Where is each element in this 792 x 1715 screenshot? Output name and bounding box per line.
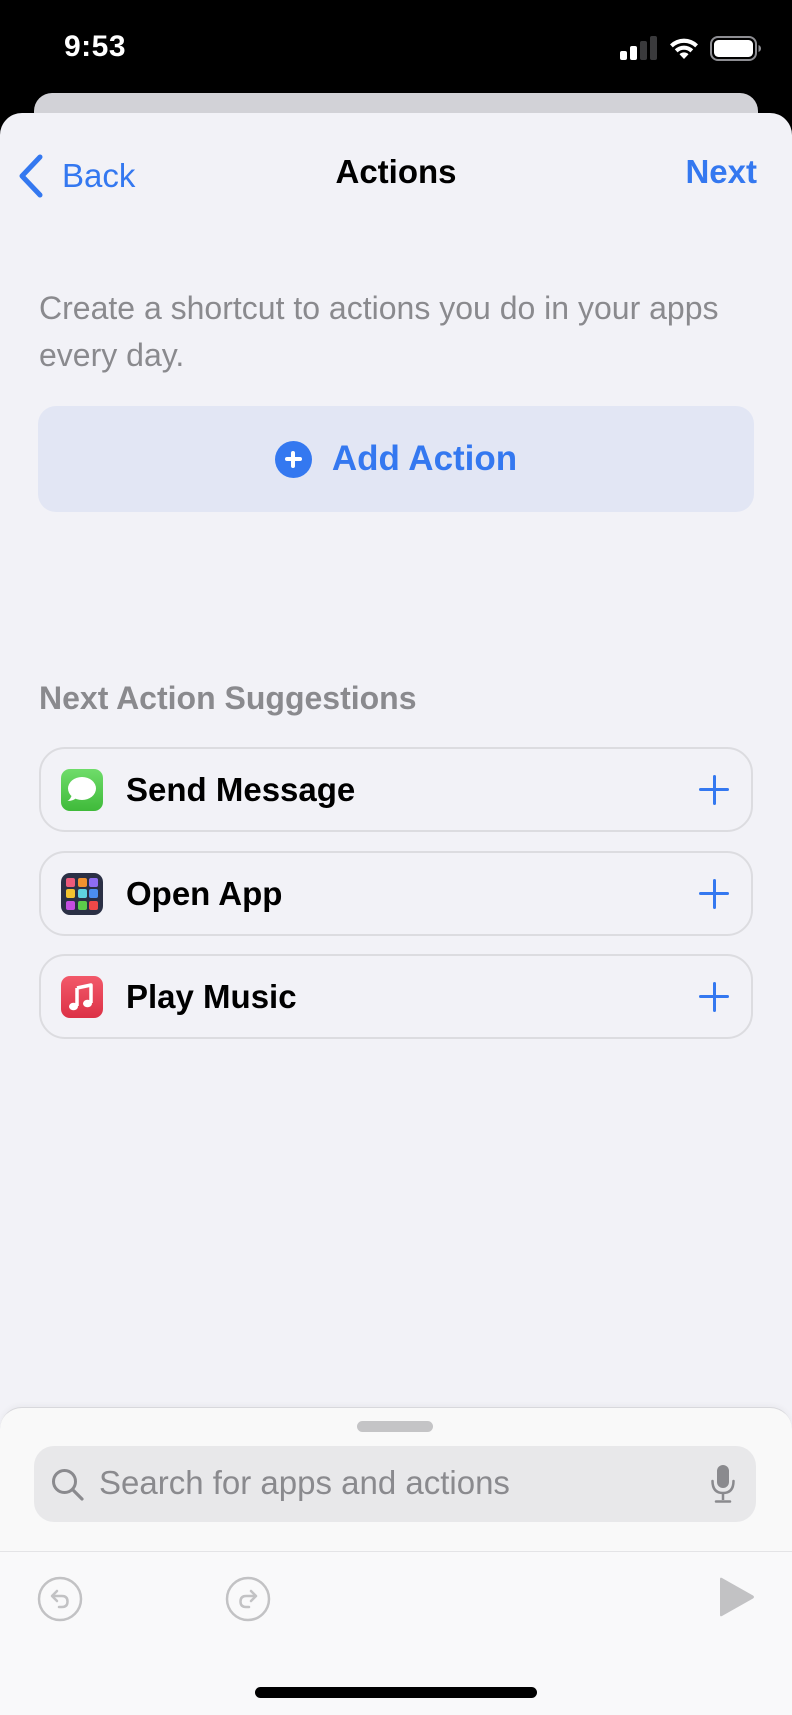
redo-icon[interactable]	[225, 1576, 271, 1622]
app-grid-tile	[77, 900, 87, 910]
plus-icon[interactable]	[699, 981, 729, 1012]
microphone-icon[interactable]	[710, 1464, 736, 1504]
home-indicator	[255, 1687, 537, 1698]
add-action-button[interactable]: Add Action	[38, 406, 754, 512]
suggestion-label: Send Message	[126, 770, 356, 808]
play-icon[interactable]	[716, 1576, 756, 1618]
search-placeholder: Search for apps and actions	[99, 1464, 510, 1501]
status-time: 9:53	[64, 30, 127, 63]
app-grid-tile	[89, 900, 98, 910]
action-search-panel: Search for apps and actions	[0, 1407, 792, 1715]
suggestion-play-music[interactable]: Play Music	[39, 954, 753, 1039]
suggestions-heading: Next Action Suggestions	[39, 680, 417, 716]
plus-icon[interactable]	[699, 878, 729, 909]
suggestion-open-app[interactable]: Open App	[39, 851, 753, 936]
description-text: Create a shortcut to actions you do in y…	[39, 290, 719, 373]
cellular-signal-icon	[620, 36, 658, 60]
app-grid-tile	[89, 889, 98, 898]
sheet-grabber[interactable]	[357, 1421, 433, 1432]
open-app-icon	[61, 872, 103, 915]
music-app-icon	[61, 975, 103, 1018]
app-grid-tile	[66, 900, 75, 910]
suggestion-label: Play Music	[126, 977, 297, 1015]
battery-icon	[710, 36, 761, 61]
next-button[interactable]: Next	[685, 153, 757, 191]
app-grid-tile	[77, 889, 87, 898]
search-icon	[52, 1469, 84, 1501]
add-action-label: Add Action	[331, 439, 518, 478]
wifi-icon	[670, 38, 698, 59]
plus-circle-icon	[274, 440, 312, 478]
app-grid-tile	[66, 889, 75, 898]
app-grid-tile	[77, 877, 87, 887]
undo-icon[interactable]	[37, 1576, 83, 1622]
app-grid-tile	[89, 877, 98, 887]
navigation-bar: Back Actions Next	[0, 113, 792, 233]
page-title: Actions	[335, 153, 457, 190]
suggestion-send-message[interactable]: Send Message	[39, 747, 753, 832]
status-bar: 9:53	[0, 0, 792, 93]
suggestion-label: Open App	[126, 874, 283, 912]
plus-icon[interactable]	[699, 774, 729, 805]
messages-app-icon	[61, 768, 103, 811]
search-input[interactable]: Search for apps and actions	[34, 1446, 756, 1522]
app-grid-tile	[66, 877, 75, 887]
